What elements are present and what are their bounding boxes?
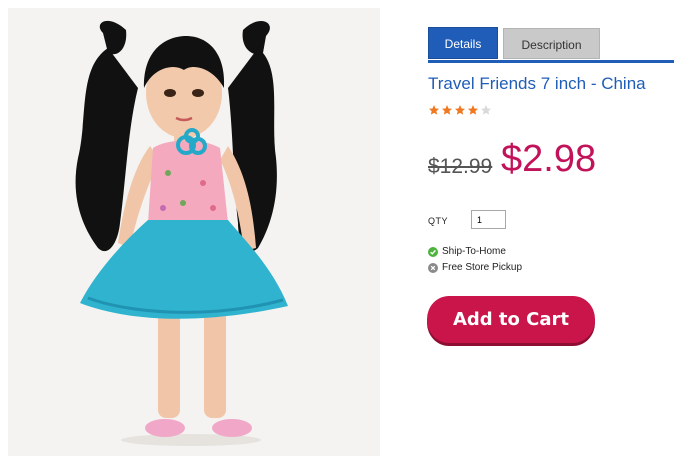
sale-price: $2.98: [501, 138, 597, 180]
star-filled-icon: [429, 105, 439, 115]
star-filled-icon: [442, 105, 452, 115]
ship-to-home-option: Ship-To-Home: [428, 246, 506, 260]
tabs-underline: [428, 60, 674, 63]
doll-illustration: [8, 8, 380, 456]
product-image: [8, 8, 380, 456]
tab-details[interactable]: Details: [428, 27, 498, 59]
star-filled-icon: [455, 105, 465, 115]
product-title: Travel Friends 7 inch - China: [428, 74, 646, 93]
star-empty-icon: [481, 105, 491, 115]
ship-to-home-label: Ship-To-Home: [442, 246, 506, 257]
add-to-cart-button[interactable]: Add to Cart: [427, 296, 595, 343]
tab-description[interactable]: Description: [503, 28, 600, 59]
star-filled-icon: [468, 105, 478, 115]
x-circle-icon: [428, 263, 438, 273]
check-circle-icon: [428, 247, 438, 257]
store-pickup-option: Free Store Pickup: [428, 262, 522, 276]
store-pickup-label: Free Store Pickup: [442, 262, 523, 273]
original-price: $12.99: [428, 155, 493, 178]
qty-label: QTY: [428, 216, 449, 226]
star-rating: [428, 104, 493, 118]
qty-input[interactable]: [471, 210, 506, 229]
